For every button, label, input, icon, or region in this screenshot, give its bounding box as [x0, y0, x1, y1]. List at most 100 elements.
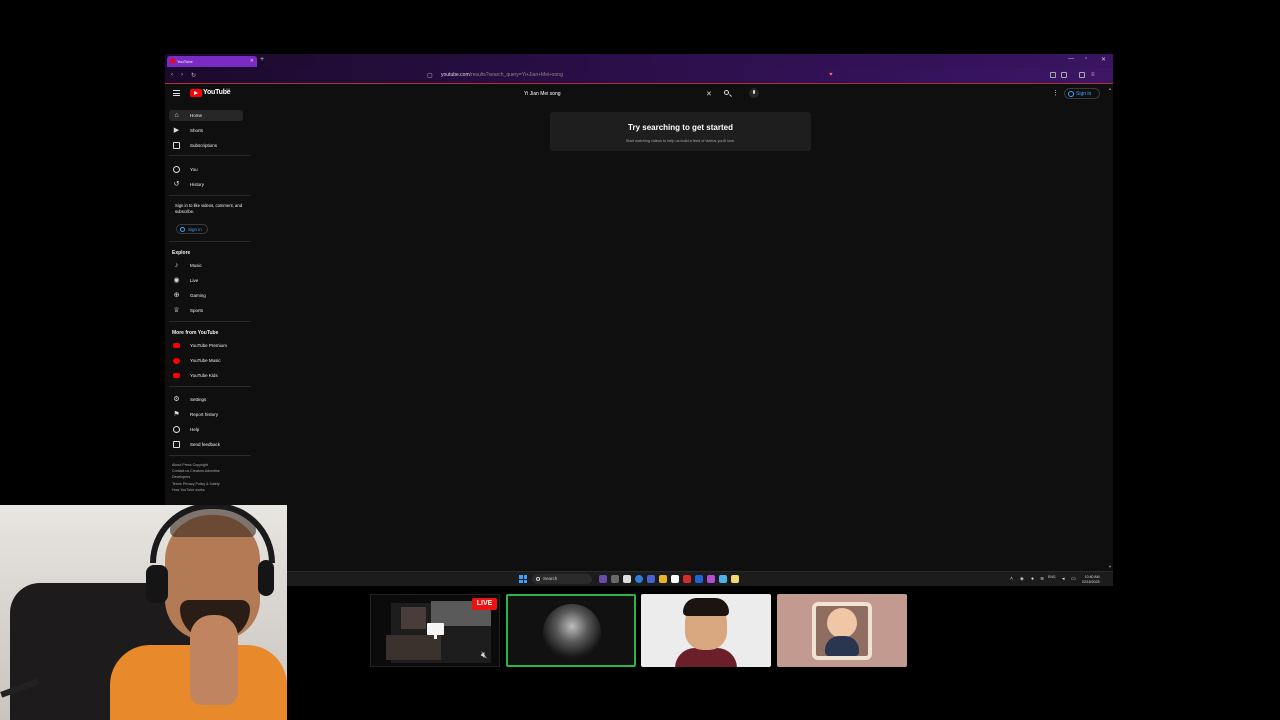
window-close-icon[interactable]: ✕ [1101, 56, 1106, 63]
clear-search-icon[interactable]: ✕ [706, 90, 712, 98]
raised-hand [190, 615, 238, 705]
taskbar-app-icon[interactable] [719, 575, 727, 583]
history-icon: ↺ [173, 181, 180, 188]
you-icon [173, 166, 180, 173]
more-options-icon[interactable]: ⋮ [1052, 89, 1059, 97]
youtube-premium-icon [173, 343, 180, 348]
participant-thumbnail-active[interactable] [506, 594, 636, 667]
sidebar-divider [169, 241, 251, 242]
taskbar-app-icon[interactable] [659, 575, 667, 583]
tray-mic-icon[interactable]: ● [1031, 576, 1034, 582]
youtube-logo-icon[interactable] [190, 89, 202, 97]
taskbar-app-icon[interactable] [695, 575, 703, 583]
search-query-text: Yi Jian Mei song [524, 91, 561, 97]
taskbar-app-icon[interactable] [635, 575, 643, 583]
sign-in-label: Sign in [1076, 91, 1092, 97]
footer-link-row[interactable]: How YouTube works [172, 488, 250, 494]
participant-thumbnail[interactable] [641, 594, 771, 667]
muted-speaker-icon[interactable]: 🔇︎ [481, 650, 487, 661]
sidebar-item-live[interactable]: ◉ Live [169, 275, 243, 286]
scroll-up-arrow-icon[interactable]: ▲ [1108, 86, 1112, 91]
sidebar-item-you[interactable]: You [169, 164, 243, 175]
sidebar-divider [169, 386, 251, 387]
tray-clock[interactable]: 10:40 AM 02/15/2025 [1082, 575, 1100, 584]
hamburger-menu-icon[interactable] [173, 90, 180, 96]
sidebar-item-subscriptions[interactable]: Subscriptions [169, 140, 243, 151]
browser-menu-icon[interactable]: ≡ [1091, 72, 1095, 78]
sidebar-item-music[interactable]: ♪ Music [169, 260, 243, 271]
home-icon: ⌂ [174, 112, 179, 119]
tab-close-icon[interactable]: ✕ [250, 58, 254, 64]
sidebar-item-report-history[interactable]: ⚑ Report history [169, 409, 243, 420]
sidebar-divider [169, 455, 251, 456]
screen-share-icon [427, 623, 444, 639]
search-input[interactable]: Yi Jian Mei song ✕ [520, 87, 717, 101]
scroll-down-arrow-icon[interactable]: ▼ [1108, 564, 1112, 569]
sidebar: ⌂ Home ▶ Shorts Subscriptions You ↺ Hist… [165, 104, 255, 574]
sidebar-divider [169, 195, 251, 196]
tray-date: 02/15/2025 [1082, 579, 1100, 584]
feedback-icon [173, 441, 180, 448]
tray-language[interactable]: ENG [1048, 575, 1056, 580]
bookmark-icon[interactable]: ▢ [427, 72, 433, 79]
subscriptions-icon [173, 142, 180, 149]
search-button[interactable] [723, 89, 732, 98]
tray-wifi-icon[interactable]: ≋ [1040, 576, 1044, 582]
back-icon[interactable]: ‹ [171, 72, 173, 78]
sidebar-item-help[interactable]: Help [169, 424, 243, 435]
taskbar-app-icon[interactable] [683, 575, 691, 583]
sign-in-note: Sign in to like videos, comment, and sub… [175, 203, 243, 214]
taskbar-app-icon[interactable] [731, 575, 739, 583]
windows-taskbar: Search ˄ ◈ ● ≋ ENG ◂ ▭ 10:40 AM 02/15/20… [165, 571, 1113, 586]
forward-icon[interactable]: › [181, 72, 183, 78]
taskbar-app-icon[interactable] [599, 575, 607, 583]
minimize-icon[interactable]: — [1068, 56, 1074, 62]
stream-preview-thumbnail[interactable]: LIVE 🔇︎ [370, 594, 500, 667]
participant-thumbnail[interactable] [777, 594, 907, 667]
youtube-music-icon [173, 358, 180, 364]
new-tab-icon[interactable]: + [260, 56, 264, 63]
sidebar-toggle-icon[interactable] [1079, 72, 1085, 78]
sidebar-item-history[interactable]: ↺ History [169, 179, 243, 190]
youtube-kids-icon [173, 373, 180, 378]
sports-icon: ♕ [173, 307, 180, 314]
sidebar-item-send-feedback[interactable]: Send feedback [169, 439, 243, 450]
taskbar-app-icon[interactable] [647, 575, 655, 583]
extension-icon[interactable] [1050, 72, 1056, 78]
sidebar-item-youtube-music[interactable]: YouTube Music [169, 355, 243, 366]
gear-icon: ⚙ [173, 396, 180, 403]
tray-time: 10:40 AM [1084, 575, 1100, 579]
sidebar-item-home[interactable]: ⌂ Home [169, 110, 243, 121]
sign-in-button[interactable]: Sign in [1064, 88, 1100, 99]
tab-youtube[interactable]: YouTube ✕ [167, 56, 257, 67]
sidebar-item-shorts[interactable]: ▶ Shorts [169, 125, 243, 136]
tray-speaker-icon[interactable]: ◂ [1062, 576, 1065, 582]
reload-icon[interactable]: ↻ [191, 72, 196, 79]
url-field[interactable]: youtube.com/results?search_query=Yi+Jian… [441, 72, 841, 80]
downloads-icon[interactable] [1061, 72, 1067, 78]
sidebar-item-sports[interactable]: ♕ Sports [169, 305, 243, 316]
maximize-icon[interactable]: ▫ [1085, 56, 1087, 62]
webcam-overlay [0, 505, 287, 720]
taskbar-app-icon[interactable] [623, 575, 631, 583]
tray-network-app-icon[interactable]: ◈ [1020, 576, 1024, 582]
extension-heart-icon[interactable]: ♥ [829, 72, 833, 78]
windows-start-icon[interactable] [519, 575, 527, 583]
more-from-youtube-header: More from YouTube [172, 330, 219, 336]
sidebar-sign-in-button[interactable]: Sign in [176, 224, 208, 234]
sidebar-item-gaming[interactable]: ⊕ Gaming [169, 290, 243, 301]
taskbar-search[interactable]: Search [532, 574, 592, 584]
taskbar-app-icon[interactable] [611, 575, 619, 583]
sidebar-item-settings[interactable]: ⚙ Settings [169, 394, 243, 405]
tray-battery-icon[interactable]: ▭ [1071, 576, 1076, 582]
empty-feed-subtitle: Start watching videos to help us build a… [625, 139, 736, 143]
sidebar-item-youtube-premium[interactable]: YouTube Premium [169, 340, 243, 351]
sidebar-item-youtube-kids[interactable]: YouTube Kids [169, 370, 243, 381]
taskbar-app-icon[interactable] [671, 575, 679, 583]
sidebar-divider [169, 155, 251, 156]
voice-search-microphone-icon[interactable] [749, 88, 759, 98]
url-path: /results?search_query=Yi+Jian+Mei+song [469, 72, 563, 78]
shorts-icon: ▶ [173, 127, 180, 134]
taskbar-app-icon[interactable] [707, 575, 715, 583]
tray-overflow-icon[interactable]: ˄ [1010, 576, 1013, 582]
